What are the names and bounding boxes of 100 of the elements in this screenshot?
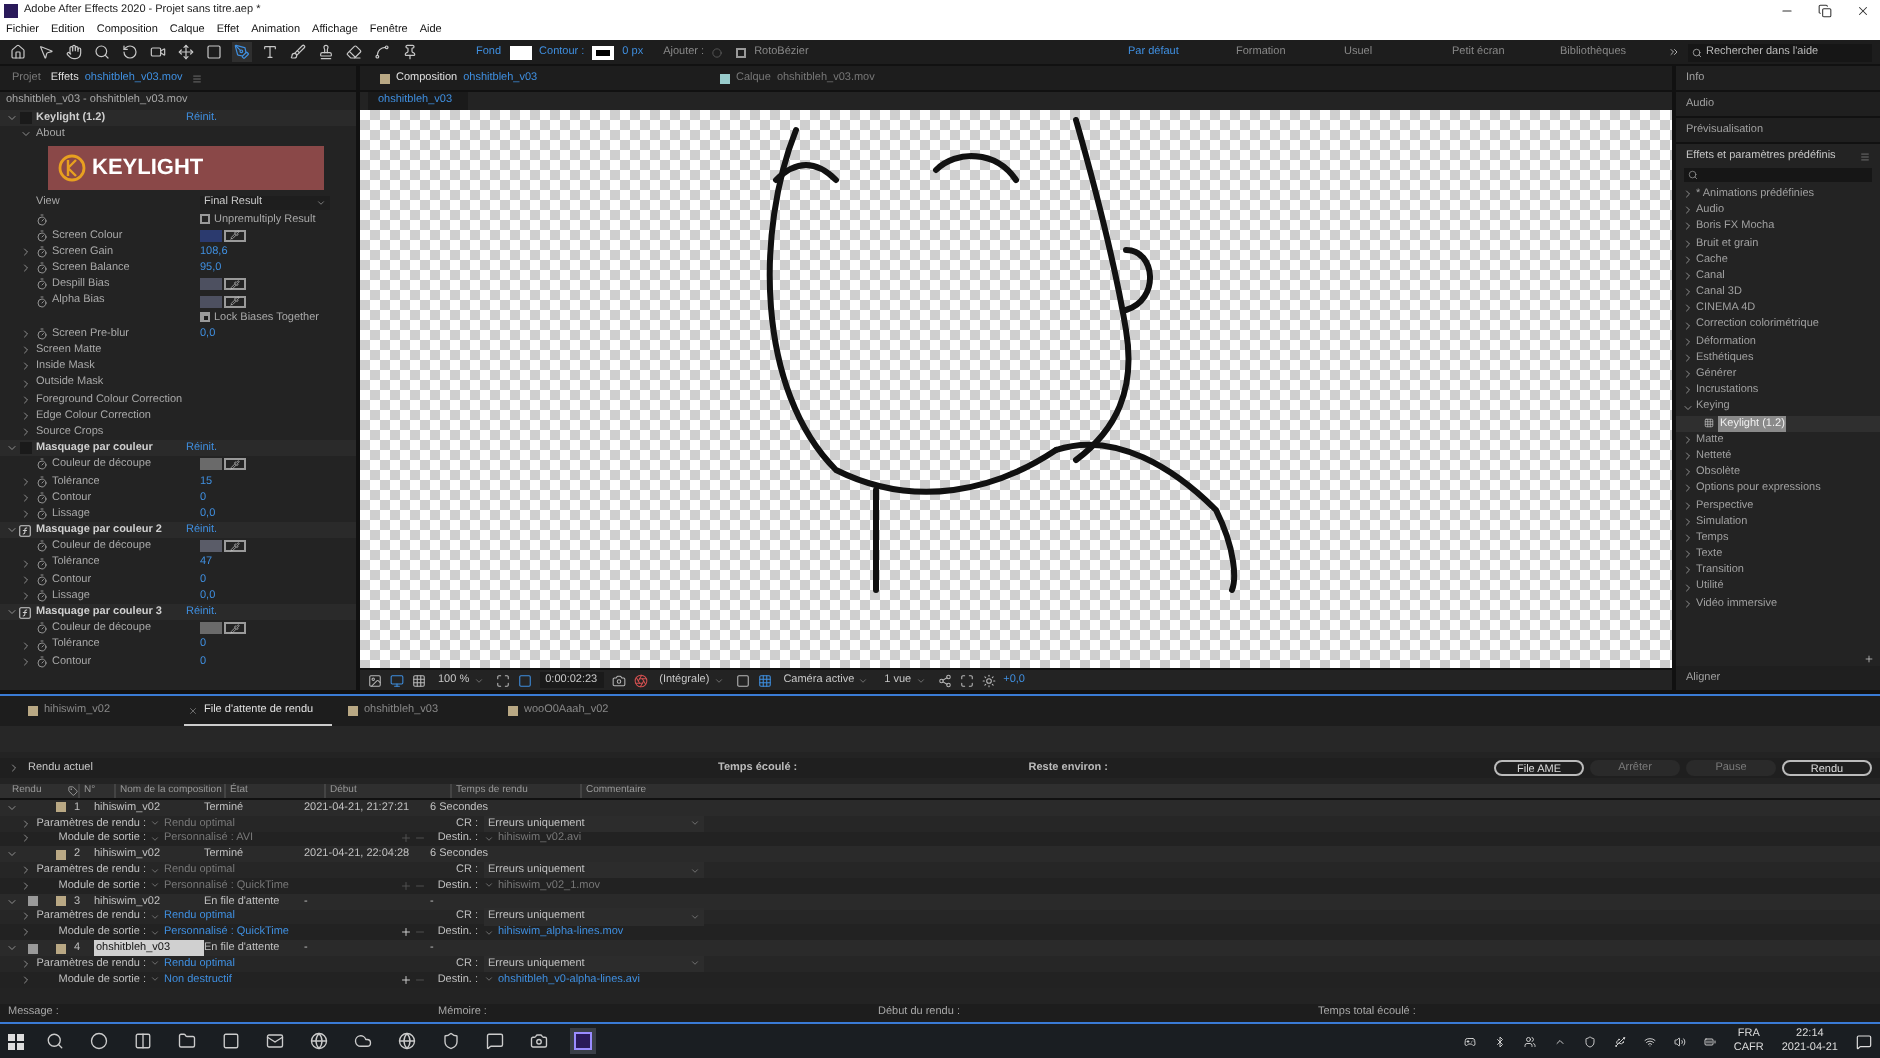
chevron-right-icon[interactable] <box>1682 433 1694 446</box>
chevron-down-icon[interactable] <box>6 112 18 125</box>
taskbar-button[interactable] <box>306 1028 332 1054</box>
eyedropper-button[interactable] <box>224 540 246 553</box>
chevron-right-icon[interactable] <box>1682 499 1694 512</box>
chevron-right-icon[interactable] <box>1682 482 1694 495</box>
chevron-right-icon[interactable] <box>1682 384 1694 397</box>
chevron-right-icon[interactable] <box>1682 237 1694 250</box>
chevron-right-icon[interactable] <box>1682 302 1694 315</box>
taskbar-button[interactable] <box>130 1028 156 1054</box>
taskbar-button[interactable] <box>482 1028 508 1054</box>
eyedropper-button[interactable] <box>224 278 246 291</box>
toolbar-button[interactable] <box>36 42 56 62</box>
stopwatch-icon[interactable] <box>36 262 48 275</box>
chevron-right-icon[interactable] <box>20 393 32 406</box>
chevron-right-icon[interactable] <box>1682 188 1694 201</box>
chevron-right-icon[interactable] <box>20 409 32 422</box>
taskbar-button[interactable] <box>218 1028 244 1054</box>
chevron-right-icon[interactable] <box>1682 220 1694 233</box>
taskbar-button[interactable] <box>174 1028 200 1054</box>
color-swatch[interactable] <box>200 229 222 242</box>
chevron-right-icon[interactable] <box>1682 204 1694 217</box>
taskbar-button[interactable] <box>262 1028 288 1054</box>
stopwatch-icon[interactable] <box>36 229 48 242</box>
search-field[interactable] <box>1684 168 1872 182</box>
stopwatch-icon[interactable] <box>36 295 48 308</box>
taskbar-button[interactable] <box>570 1028 596 1054</box>
stopwatch-icon[interactable] <box>36 622 48 635</box>
chevron-right-icon[interactable] <box>1682 270 1694 283</box>
chevron-right-icon[interactable] <box>20 360 32 373</box>
effect-function-icon[interactable] <box>18 605 32 620</box>
taskbar-button[interactable] <box>394 1028 420 1054</box>
color-swatch[interactable] <box>200 278 222 291</box>
stopwatch-icon[interactable] <box>36 327 48 340</box>
chevron-down-icon[interactable] <box>6 442 18 455</box>
eyedropper-button[interactable] <box>224 295 246 308</box>
chevron-down-icon[interactable] <box>20 128 32 141</box>
eyedropper-button[interactable] <box>224 458 246 471</box>
effect-function-icon[interactable] <box>18 523 32 538</box>
checkbox[interactable] <box>200 312 210 323</box>
toolbar-button[interactable] <box>260 42 280 62</box>
chevron-right-icon[interactable] <box>8 762 20 774</box>
chevron-right-icon[interactable] <box>1682 319 1694 332</box>
chevron-right-icon[interactable] <box>1682 548 1694 561</box>
start-icon[interactable] <box>8 1033 24 1049</box>
eyedropper-button[interactable] <box>224 622 246 635</box>
chevron-right-icon[interactable] <box>1682 581 1694 594</box>
chevron-right-icon[interactable] <box>1682 466 1694 479</box>
chevron-right-icon[interactable] <box>1682 532 1694 545</box>
eyedropper-button[interactable] <box>224 229 246 242</box>
toolbar-button[interactable] <box>64 42 84 62</box>
color-swatch[interactable] <box>200 622 222 635</box>
rotobezier-checkbox[interactable] <box>736 47 747 57</box>
toolbar-button[interactable] <box>204 42 224 62</box>
toolbar-button[interactable] <box>288 42 308 62</box>
chevron-right-icon[interactable] <box>20 327 32 340</box>
stopwatch-icon[interactable] <box>36 475 48 488</box>
stopwatch-icon[interactable] <box>36 655 48 668</box>
stopwatch-icon[interactable] <box>36 246 48 259</box>
toolbar-button[interactable] <box>176 42 196 62</box>
chevron-right-icon[interactable] <box>1682 286 1694 299</box>
stopwatch-icon[interactable] <box>36 540 48 553</box>
stopwatch-icon[interactable] <box>36 213 48 226</box>
color-swatch[interactable] <box>200 295 222 308</box>
taskbar-button[interactable] <box>42 1028 68 1054</box>
taskbar-button[interactable] <box>438 1028 464 1054</box>
toolbar-button[interactable] <box>8 42 28 62</box>
chevron-down-icon[interactable] <box>6 848 18 861</box>
stopwatch-icon[interactable] <box>36 458 48 471</box>
color-swatch[interactable] <box>200 458 222 471</box>
toolbar-button[interactable] <box>120 42 140 62</box>
chevron-right-icon[interactable] <box>1682 450 1694 463</box>
stopwatch-icon[interactable] <box>36 557 48 570</box>
chevron-right-icon[interactable] <box>1682 368 1694 381</box>
render-checkbox[interactable] <box>28 896 38 907</box>
chevron-right-icon[interactable] <box>1682 515 1694 528</box>
toolbar-button[interactable] <box>316 42 336 62</box>
fill-swatch[interactable] <box>509 45 532 59</box>
chevron-right-icon[interactable] <box>1682 335 1694 348</box>
taskbar-button[interactable] <box>526 1028 552 1054</box>
chevron-right-icon[interactable] <box>1682 253 1694 266</box>
chevron-right-icon[interactable] <box>20 344 32 357</box>
checkbox[interactable] <box>200 214 210 225</box>
chevron-right-icon[interactable] <box>1682 564 1694 577</box>
toolbar-button[interactable] <box>148 42 168 62</box>
taskbar-button[interactable] <box>86 1028 112 1054</box>
chevron-right-icon[interactable] <box>1682 351 1694 364</box>
chevron-down-icon[interactable] <box>6 895 18 908</box>
toolbar-button[interactable] <box>372 42 392 62</box>
stopwatch-icon[interactable] <box>36 573 48 586</box>
render-checkbox[interactable] <box>28 943 38 954</box>
chevron-down-icon[interactable] <box>6 942 18 955</box>
chevron-right-icon[interactable] <box>20 426 32 439</box>
chevron-right-icon[interactable] <box>1682 597 1694 610</box>
toolbar-button[interactable] <box>400 42 420 62</box>
chevron-down-icon[interactable] <box>1682 401 1694 414</box>
stopwatch-icon[interactable] <box>36 278 48 291</box>
stopwatch-icon[interactable] <box>36 508 48 521</box>
color-swatch[interactable] <box>200 540 222 553</box>
toolbar-button[interactable] <box>344 42 364 62</box>
